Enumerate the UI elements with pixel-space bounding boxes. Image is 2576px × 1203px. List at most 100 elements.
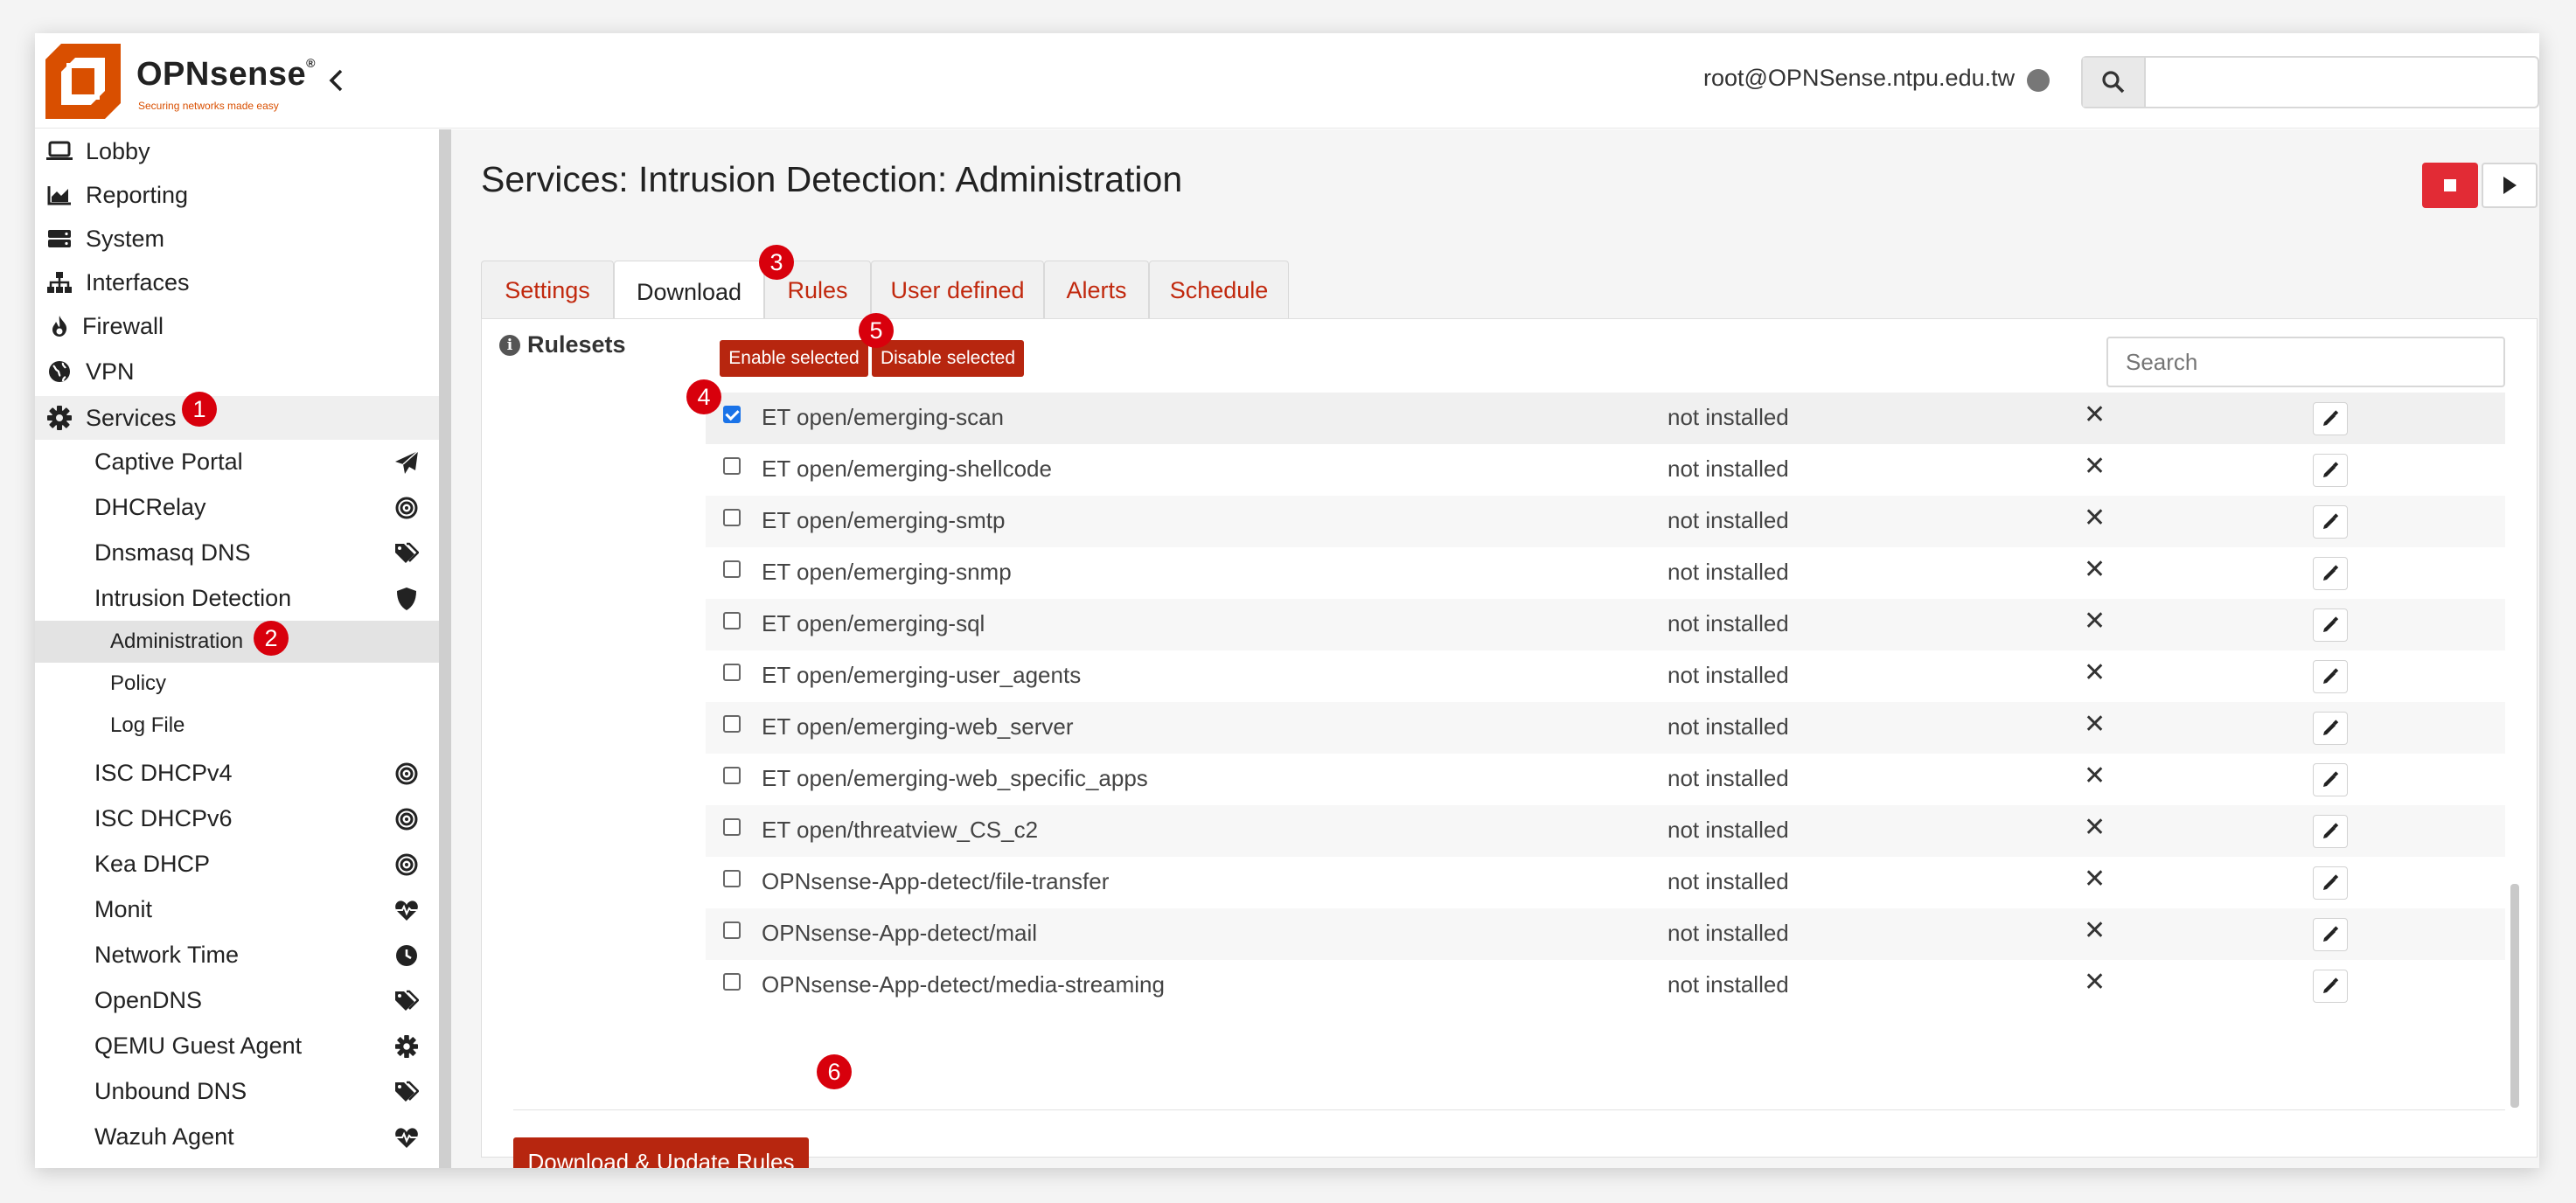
edit-pencil-icon[interactable] — [2313, 505, 2348, 539]
row-checkbox[interactable] — [723, 560, 741, 578]
edit-pencil-icon[interactable] — [2313, 608, 2348, 642]
table-row[interactable]: ET open/emerging-smtp not installed ✕ — [706, 496, 2505, 547]
global-search — [2081, 56, 2539, 108]
sidebar-item-firewall[interactable]: Firewall — [35, 304, 439, 348]
top-bar: OPNsense® Securing networks made easy ro… — [35, 33, 2539, 129]
table-row[interactable]: ET open/threatview_CS_c2 not installed ✕ — [706, 805, 2505, 857]
table-row[interactable]: ET open/emerging-scan not installed ✕ — [706, 393, 2505, 444]
row-checkbox[interactable] — [723, 973, 741, 991]
row-checkbox[interactable] — [723, 818, 741, 836]
disable-selected-button[interactable]: Disable selected — [872, 340, 1024, 377]
tab-user-defined[interactable]: User defined — [871, 261, 1044, 319]
row-checkbox[interactable] — [723, 509, 741, 526]
sidebar-item-network-time[interactable]: Network Time — [35, 932, 439, 977]
sidebar-item-dnsmasq-dns[interactable]: Dnsmasq DNS — [35, 530, 439, 575]
table-row[interactable]: ET open/emerging-web_server not installe… — [706, 702, 2505, 754]
edit-pencil-icon[interactable] — [2313, 970, 2348, 1003]
sidebar-item-lobby[interactable]: Lobby — [35, 129, 439, 173]
app-window: OPNsense® Securing networks made easy ro… — [35, 33, 2539, 1168]
sidebar-item-qemu-guest-agent[interactable]: QEMU Guest Agent — [35, 1023, 439, 1068]
table-row[interactable]: ET open/emerging-sql not installed ✕ — [706, 599, 2505, 650]
row-checkbox[interactable] — [723, 715, 741, 733]
sidebar-item-label: Services — [86, 404, 177, 431]
sidebar-scrollbar[interactable] — [439, 129, 451, 1168]
edit-pencil-icon[interactable] — [2313, 402, 2348, 435]
download-update-rules-button[interactable]: Download & Update Rules — [513, 1137, 809, 1168]
opnsense-logo[interactable]: OPNsense® Securing networks made easy — [45, 44, 315, 119]
disabled-x-icon[interactable]: ✕ — [2084, 864, 2106, 894]
start-service-button[interactable] — [2482, 163, 2538, 208]
table-row[interactable]: ET open/emerging-snmp not installed ✕ — [706, 547, 2505, 599]
table-row[interactable]: ET open/emerging-web_specific_apps not i… — [706, 754, 2505, 805]
row-checkbox[interactable] — [723, 406, 741, 423]
search-icon[interactable] — [2083, 58, 2146, 107]
enable-selected-button[interactable]: Enable selected — [720, 340, 868, 377]
sidebar-item-reporting[interactable]: Reporting — [35, 173, 439, 217]
table-scrollbar[interactable] — [2510, 884, 2519, 1108]
sidebar-item-label: VPN — [86, 358, 135, 385]
tab-settings[interactable]: Settings — [481, 261, 614, 319]
edit-pencil-icon[interactable] — [2313, 866, 2348, 900]
status-indicator[interactable] — [2027, 69, 2050, 92]
edit-pencil-icon[interactable] — [2313, 660, 2348, 693]
sidebar-item-monit[interactable]: Monit — [35, 887, 439, 932]
sidebar-item-isc-dhcpv4[interactable]: ISC DHCPv4 — [35, 750, 439, 796]
disabled-x-icon[interactable]: ✕ — [2084, 967, 2106, 998]
sidebar-item-wazuh-agent[interactable]: Wazuh Agent — [35, 1114, 439, 1159]
disabled-x-icon[interactable]: ✕ — [2084, 761, 2106, 791]
row-checkbox[interactable] — [723, 767, 741, 784]
sidebar-item-services[interactable]: Services — [35, 396, 439, 440]
bullseye-icon — [393, 806, 420, 832]
sidebar-item-kea-dhcp[interactable]: Kea DHCP — [35, 841, 439, 887]
edit-pencil-icon[interactable] — [2313, 815, 2348, 848]
edit-pencil-icon[interactable] — [2313, 763, 2348, 796]
sidebar-item-administration[interactable]: Administration — [35, 621, 439, 663]
table-row[interactable]: OPNsense-App-detect/media-streaming not … — [706, 960, 2505, 1012]
sidebar-item-intrusion-detection[interactable]: Intrusion Detection — [35, 575, 439, 621]
row-checkbox[interactable] — [723, 921, 741, 939]
brand-tagline: Securing networks made easy — [138, 100, 279, 112]
tab-alerts[interactable]: Alerts — [1044, 261, 1149, 319]
ruleset-name: ET open/threatview_CS_c2 — [762, 817, 1039, 843]
edit-pencil-icon[interactable] — [2313, 918, 2348, 951]
table-row[interactable]: OPNsense-App-detect/mail not installed ✕ — [706, 908, 2505, 960]
sidebar-item-log-file[interactable]: Log File — [35, 705, 439, 747]
edit-pencil-icon[interactable] — [2313, 454, 2348, 487]
tab-schedule[interactable]: Schedule — [1149, 261, 1289, 319]
ruleset-search-input[interactable] — [2106, 337, 2505, 387]
edit-pencil-icon[interactable] — [2313, 557, 2348, 590]
sidebar-item-interfaces[interactable]: Interfaces — [35, 261, 439, 304]
info-icon[interactable]: i — [499, 334, 520, 356]
tab-download[interactable]: Download — [614, 261, 764, 323]
table-row[interactable]: ET open/emerging-shellcode not installed… — [706, 444, 2505, 496]
disabled-x-icon[interactable]: ✕ — [2084, 503, 2106, 533]
heartbeat-icon — [393, 1124, 420, 1151]
edit-pencil-icon[interactable] — [2313, 712, 2348, 745]
sidebar-item-dhcrelay[interactable]: DHCRelay — [35, 484, 439, 530]
sidebar-item-isc-dhcpv6[interactable]: ISC DHCPv6 — [35, 796, 439, 841]
collapse-sidebar-icon[interactable] — [318, 61, 353, 100]
stop-service-button[interactable] — [2422, 163, 2478, 208]
disabled-x-icon[interactable]: ✕ — [2084, 915, 2106, 946]
user-name[interactable]: root@OPNSense.ntpu.edu.tw — [1703, 65, 2015, 92]
global-search-input[interactable] — [2148, 63, 2527, 101]
disabled-x-icon[interactable]: ✕ — [2084, 657, 2106, 688]
disabled-x-icon[interactable]: ✕ — [2084, 606, 2106, 636]
disabled-x-icon[interactable]: ✕ — [2084, 451, 2106, 482]
disabled-x-icon[interactable]: ✕ — [2084, 554, 2106, 585]
sidebar-item-opendns[interactable]: OpenDNS — [35, 977, 439, 1023]
sidebar-item-captive-portal[interactable]: Captive Portal — [35, 439, 439, 484]
sidebar-item-unbound-dns[interactable]: Unbound DNS — [35, 1068, 439, 1114]
sidebar-item-vpn[interactable]: VPN — [35, 350, 439, 393]
sidebar-item-policy[interactable]: Policy — [35, 663, 439, 705]
row-checkbox[interactable] — [723, 870, 741, 887]
disabled-x-icon[interactable]: ✕ — [2084, 400, 2106, 430]
row-checkbox[interactable] — [723, 612, 741, 629]
disabled-x-icon[interactable]: ✕ — [2084, 812, 2106, 843]
row-checkbox[interactable] — [723, 457, 741, 475]
sidebar-item-system[interactable]: System — [35, 217, 439, 261]
table-row[interactable]: OPNsense-App-detect/file-transfer not in… — [706, 857, 2505, 908]
row-checkbox[interactable] — [723, 664, 741, 681]
table-row[interactable]: ET open/emerging-user_agents not install… — [706, 650, 2505, 702]
disabled-x-icon[interactable]: ✕ — [2084, 709, 2106, 740]
